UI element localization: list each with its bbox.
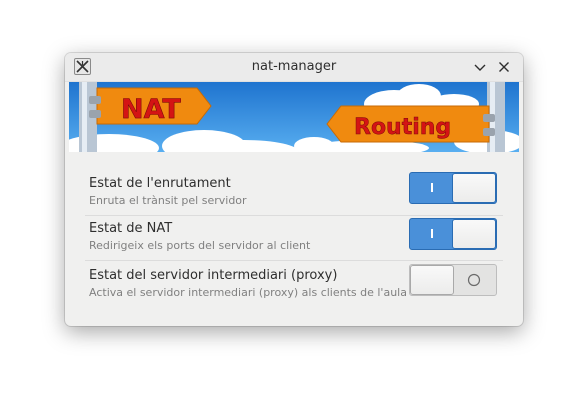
close-icon bbox=[499, 62, 509, 72]
close-button[interactable] bbox=[496, 59, 512, 75]
window-title: nat-manager bbox=[251, 59, 337, 74]
setting-subtitle: Redirigeix els ports del servidor al cli… bbox=[89, 239, 311, 252]
setting-title: Estat del servidor intermediari (proxy) bbox=[89, 268, 338, 283]
nat-sign-text: NAT bbox=[121, 94, 181, 125]
minimize-button[interactable] bbox=[472, 59, 488, 75]
proxy-toggle[interactable] bbox=[409, 264, 497, 296]
routing-sign: Routing bbox=[326, 105, 495, 143]
nat-sign: NAT bbox=[89, 87, 212, 125]
header-banner: NAT Routing bbox=[69, 82, 519, 152]
off-icon bbox=[452, 265, 496, 295]
toggle-knob[interactable] bbox=[410, 265, 454, 295]
on-icon bbox=[410, 173, 454, 203]
app-window: nat-manager NAT Routing Estat de l'enrut… bbox=[65, 53, 523, 326]
chevron-down-icon bbox=[474, 64, 486, 71]
toggle-knob[interactable] bbox=[452, 173, 496, 203]
nat-toggle[interactable] bbox=[409, 218, 497, 250]
title-bar[interactable]: nat-manager bbox=[65, 53, 523, 82]
routing-sign-text: Routing bbox=[354, 115, 451, 140]
routing-toggle[interactable] bbox=[409, 172, 497, 204]
setting-title: Estat de l'enrutament bbox=[89, 176, 231, 191]
setting-subtitle: Activa el servidor intermediari (proxy) … bbox=[89, 286, 407, 299]
setting-title: Estat de NAT bbox=[89, 221, 173, 236]
setting-subtitle: Enruta el trànsit pel servidor bbox=[89, 194, 247, 207]
toggle-knob[interactable] bbox=[452, 219, 496, 249]
on-icon bbox=[410, 219, 454, 249]
divider bbox=[85, 215, 503, 216]
divider bbox=[85, 260, 503, 261]
